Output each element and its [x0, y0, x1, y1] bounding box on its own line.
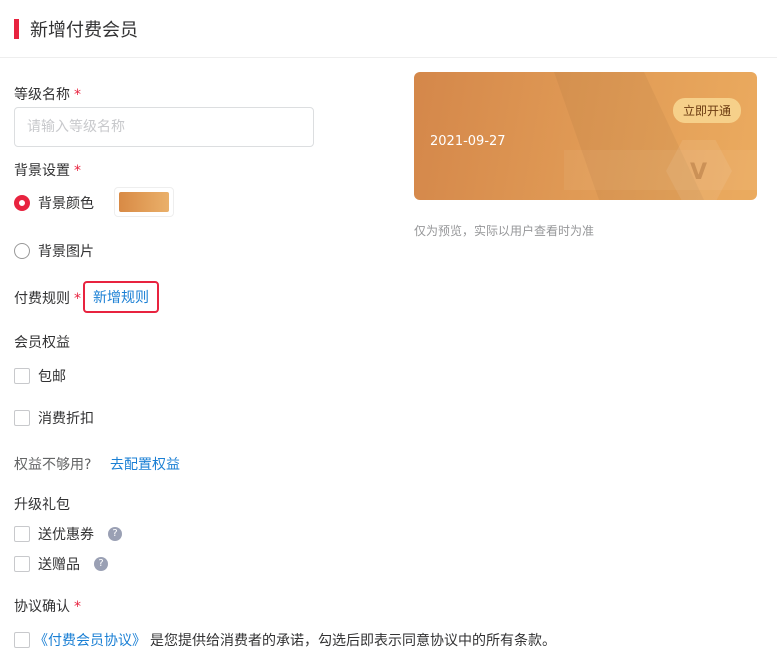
radio-checked-icon: [14, 195, 30, 211]
open-now-button: 立即开通: [672, 98, 741, 123]
checkbox-gift[interactable]: 送赠品?: [14, 554, 108, 574]
agreement-text: 是您提供给消费者的承诺，勾选后即表示同意协议中的所有条款。: [150, 633, 556, 649]
level-name-input[interactable]: [14, 107, 314, 147]
agreement-link[interactable]: 《付费会员协议》: [34, 630, 146, 650]
checkbox-discount[interactable]: 消费折扣: [14, 408, 94, 428]
configure-benefits-link[interactable]: 去配置权益: [110, 454, 180, 474]
benefits-label: 会员权益: [14, 335, 70, 351]
pay-rule-label: 付费规则 *: [14, 291, 81, 307]
level-name-label: 等级名称 *: [14, 87, 81, 103]
benefits-hint: 权益不够用?: [14, 457, 92, 473]
radio-label: 背景颜色: [38, 196, 94, 212]
checkbox-label: 消费折扣: [38, 411, 94, 427]
member-card-preview: V 2021-09-27 立即开通: [414, 72, 757, 200]
checkbox-free-shipping[interactable]: 包邮: [14, 366, 66, 386]
checkbox-label: 送优惠券: [38, 527, 94, 543]
preview-note: 仅为预览，实际以用户查看时为准: [414, 224, 595, 238]
checkbox-label: 包邮: [38, 369, 66, 385]
background-label: 背景设置 *: [14, 163, 81, 179]
add-rule-label: 新增规则: [93, 290, 149, 306]
checkbox-icon: [14, 526, 30, 542]
card-date: 2021-09-27: [430, 134, 506, 149]
help-icon[interactable]: ?: [108, 527, 122, 541]
checkbox-coupon[interactable]: 送优惠券?: [14, 524, 122, 544]
add-rule-button[interactable]: 新增规则: [83, 281, 159, 313]
checkbox-icon: [14, 368, 30, 384]
color-swatch: [119, 192, 169, 212]
radio-unchecked-icon: [14, 243, 30, 259]
checkbox-icon: [14, 556, 30, 572]
checkbox-icon: [14, 410, 30, 426]
radio-background-color[interactable]: 背景颜色: [14, 193, 94, 213]
checkbox-label: 送赠品: [38, 557, 80, 573]
agreement-label: 协议确认 *: [14, 599, 81, 615]
agreement-row: 《付费会员协议》 是您提供给消费者的承诺，勾选后即表示同意协议中的所有条款。: [14, 630, 556, 650]
radio-label: 背景图片: [38, 244, 94, 260]
title-accent-bar: [14, 19, 19, 39]
page-title: 新增付费会员: [30, 20, 138, 41]
gift-label: 升级礼包: [14, 497, 70, 513]
radio-background-image[interactable]: 背景图片: [14, 241, 94, 261]
color-picker[interactable]: [114, 187, 174, 217]
help-icon[interactable]: ?: [94, 557, 108, 571]
agreement-checkbox[interactable]: [14, 632, 30, 648]
